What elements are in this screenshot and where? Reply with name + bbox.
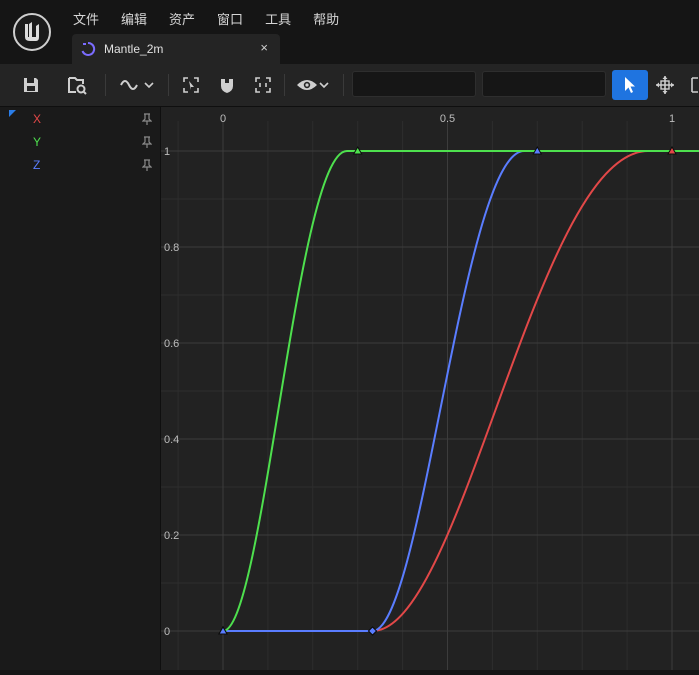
y-tick-label: 0.6 [164, 338, 179, 350]
tab-title: Mantle_2m [104, 42, 164, 56]
y-tick-label: 0.2 [164, 530, 179, 542]
retime-tool-button[interactable] [686, 70, 699, 100]
pin-icon[interactable] [142, 113, 152, 125]
transform-tool-button[interactable] [652, 70, 678, 100]
menu-edit[interactable]: 编辑 [110, 6, 158, 30]
toolbar-separator [168, 74, 169, 96]
curve-asset-icon [81, 41, 96, 56]
move-arrows-icon [656, 76, 674, 94]
frame-all-icon [255, 77, 271, 93]
curve-view-dropdown[interactable] [116, 70, 158, 100]
y-tick-label: 0 [164, 626, 170, 638]
time-value-field[interactable] [352, 71, 476, 97]
menu-help[interactable]: 帮助 [302, 6, 350, 30]
unreal-logo-icon[interactable] [12, 12, 52, 52]
frame-all-button[interactable] [250, 70, 276, 100]
cursor-arrow-icon [625, 77, 635, 93]
curve-label-y: Y [33, 135, 42, 149]
y-tick-label: 0.4 [164, 434, 179, 446]
toolbar [0, 64, 699, 107]
browse-button[interactable] [62, 70, 92, 100]
select-tool-button[interactable] [612, 70, 648, 100]
menu-asset[interactable]: 资产 [158, 6, 206, 30]
retime-icon [691, 77, 698, 93]
menu-window[interactable]: 窗口 [206, 6, 254, 30]
menu-tools[interactable]: 工具 [254, 6, 302, 30]
view-options-dropdown[interactable] [292, 70, 334, 100]
curve-tree-item-y[interactable]: Y [0, 132, 160, 154]
curve-tree-item-z[interactable]: Z [0, 155, 160, 177]
frame-selection-button[interactable] [178, 70, 204, 100]
toolbar-separator [105, 74, 106, 96]
x-tick-label: 1 [669, 113, 675, 125]
frame-horizontal-button[interactable] [214, 70, 240, 100]
y-tick-label: 0.8 [164, 242, 179, 254]
pin-icon[interactable] [142, 136, 152, 148]
save-button[interactable] [16, 70, 46, 100]
curve-label-x: X [33, 112, 42, 126]
tab-mantle-2m[interactable]: Mantle_2m × [72, 34, 280, 64]
shield-frame-icon [221, 79, 233, 93]
frame-selection-icon [183, 77, 199, 93]
curve-graph-canvas[interactable]: 0 0.5 1 0 0.2 0.4 0.6 0.8 1 [161, 107, 699, 670]
x-tick-label: 0.5 [440, 113, 455, 125]
y-tick-label: 1 [164, 146, 170, 158]
chevron-down-icon [144, 82, 154, 89]
curve-label-z: Z [33, 158, 41, 172]
menu-file[interactable]: 文件 [62, 6, 110, 30]
main-menu: 文件 编辑 资产 窗口 工具 帮助 [62, 6, 350, 30]
x-tick-label: 0 [220, 113, 226, 125]
browse-icon [68, 77, 87, 95]
key-value-field[interactable] [482, 71, 606, 97]
save-icon [24, 78, 38, 92]
toolbar-separator [343, 74, 344, 96]
curve-tree-item-x[interactable]: X [0, 109, 160, 131]
curve-tree-panel: X Y Z [0, 107, 161, 670]
pin-icon[interactable] [142, 159, 152, 171]
curve-graph-view[interactable]: 0 0.5 1 0 0.2 0.4 0.6 0.8 1 [161, 107, 699, 670]
sine-curve-icon [120, 80, 138, 90]
toolbar-separator [284, 74, 285, 96]
title-bar: 文件 编辑 资产 窗口 工具 帮助 Mantle_2m × [0, 0, 699, 64]
curve-key-z[interactable] [367, 626, 378, 636]
tab-close-button[interactable]: × [260, 40, 268, 55]
chevron-down-icon [319, 82, 329, 89]
eye-icon [297, 80, 317, 90]
